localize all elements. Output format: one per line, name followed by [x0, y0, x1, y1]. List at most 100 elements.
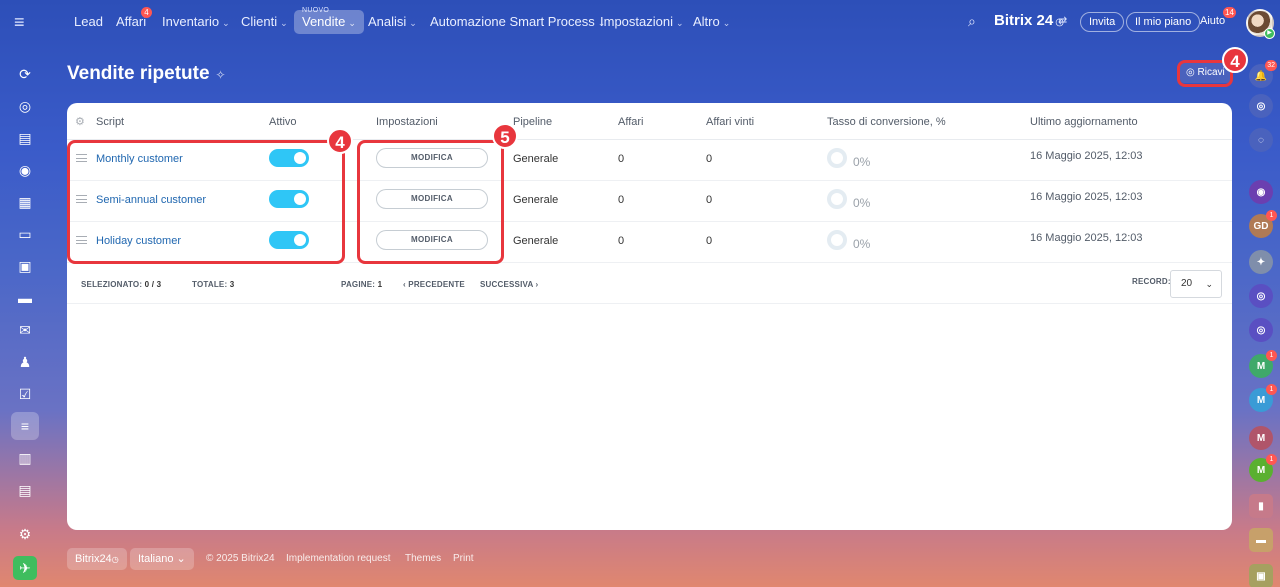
- column-header[interactable]: Pipeline: [513, 116, 552, 128]
- tasks-list-icon[interactable]: ▤: [13, 126, 37, 150]
- nav-label: Altro: [693, 14, 720, 29]
- table-header: ⚙ Script Attivo Impostazioni Pipeline Af…: [67, 103, 1232, 140]
- support-icon[interactable]: ◉: [1249, 180, 1273, 204]
- settings-icon[interactable]: ⚙: [13, 522, 37, 546]
- feed-icon[interactable]: ⟳: [13, 62, 37, 86]
- gear-icon[interactable]: ⚙: [75, 115, 85, 128]
- nav-clienti[interactable]: Clienti ⌄: [241, 10, 288, 34]
- pipeline-cell: Generale: [513, 153, 559, 165]
- nav-analisi[interactable]: Analisi ⌄: [368, 10, 417, 34]
- brand-badge[interactable]: Bitrix24◷: [67, 548, 127, 570]
- nav-label: Vendite: [302, 14, 346, 29]
- avatar-m[interactable]: M: [1249, 426, 1273, 450]
- column-header[interactable]: Attivo: [269, 116, 297, 128]
- brand-text: Bitrix 24: [994, 12, 1054, 29]
- total-count: TOTALE: 3: [192, 280, 234, 289]
- avatar-m[interactable]: M1: [1249, 350, 1277, 378]
- updated-cell: 16 Maggio 2025, 12:03: [1030, 191, 1143, 203]
- won-cell: 0: [706, 153, 713, 165]
- chevron-down-icon: ⌄: [722, 18, 731, 28]
- invite-button[interactable]: Invita: [1080, 12, 1125, 32]
- help-label: Aiuto: [1200, 15, 1226, 27]
- pages-count: PAGINE: 1: [341, 280, 382, 289]
- column-header[interactable]: Affari vinti: [706, 116, 754, 128]
- avatar-photo[interactable]: ✦: [1249, 250, 1273, 274]
- avatar-m[interactable]: M1: [1249, 454, 1277, 482]
- column-header[interactable]: Impostazioni: [376, 116, 438, 128]
- nav-label: Clienti: [241, 14, 278, 29]
- launch-icon[interactable]: ✈: [13, 556, 37, 580]
- rail-glyph: M: [1256, 464, 1266, 476]
- column-header[interactable]: Affari: [618, 116, 643, 128]
- bookmark-icon[interactable]: ▮: [1249, 494, 1273, 518]
- column-header[interactable]: Tasso di conversione, %: [827, 116, 946, 128]
- mail-icon[interactable]: ✉: [13, 318, 37, 342]
- nav-impostazioni[interactable]: Impostazioni ⌄: [600, 10, 684, 34]
- help-button[interactable]: Aiuto 14: [1196, 7, 1236, 32]
- schedule-icon[interactable]: ▥: [13, 446, 37, 470]
- selected-count: SELEZIONATO: 0 / 3: [81, 280, 161, 289]
- implementation-request-link[interactable]: Implementation request: [286, 553, 391, 564]
- total-label: TOTALE:: [192, 280, 228, 289]
- nav-label: Automazione Smart Process: [430, 14, 595, 29]
- rail-glyph: M: [1256, 394, 1266, 406]
- chat-icon[interactable]: ◌: [1249, 128, 1273, 152]
- record-value: 20: [1181, 278, 1193, 289]
- calendar-icon[interactable]: ▦: [13, 190, 37, 214]
- selected-value: 0 / 3: [144, 280, 162, 289]
- nav-vendite[interactable]: Vendite ⌄: [294, 10, 364, 34]
- right-sidebar: 🔔 32 ◎ ◌ ◉ GD 1 ✦ ◎ ◎ M 1 M 1 M M 1 ▮ ▬ ▣: [1244, 44, 1280, 587]
- checklist-icon[interactable]: ☑: [13, 382, 37, 406]
- total-value: 3: [229, 280, 235, 289]
- chevron-down-icon: ⌄: [1205, 279, 1213, 289]
- chevron-down-icon: ⌄: [222, 18, 230, 28]
- message-icon[interactable]: ▬: [1249, 528, 1273, 552]
- nav-altro[interactable]: Altro ⌄: [693, 10, 730, 34]
- deals-cell: 0: [618, 153, 625, 165]
- target-icon[interactable]: ◉: [13, 158, 37, 182]
- chevron-down-icon: ⌄: [176, 553, 186, 565]
- copilot-icon[interactable]: ◎: [1249, 94, 1273, 118]
- avatar-m[interactable]: M1: [1249, 384, 1277, 412]
- notification-badge: 1: [1266, 210, 1277, 221]
- channel-icon[interactable]: ◎: [1249, 318, 1273, 342]
- conversion-cell: 0%: [853, 155, 871, 169]
- won-cell: 0: [706, 235, 713, 247]
- swap-icon[interactable]: ⇄: [1058, 14, 1067, 27]
- next-page-button[interactable]: SUCCESSIVA ›: [480, 280, 538, 289]
- nav-affari[interactable]: Affari 4: [116, 7, 152, 34]
- notification-badge: 1: [1266, 384, 1277, 395]
- documents-icon[interactable]: ▭: [13, 222, 37, 246]
- column-header[interactable]: Ultimo aggiornamento: [1030, 116, 1138, 128]
- chat-icon[interactable]: ◎: [13, 94, 37, 118]
- board-icon[interactable]: ▣: [13, 254, 37, 278]
- rail-glyph: ◎: [1256, 290, 1266, 302]
- drive-icon[interactable]: ▬: [13, 286, 37, 310]
- copyright-text: © 2025 Bitrix24: [206, 553, 275, 564]
- contacts-icon[interactable]: ♟: [13, 350, 37, 374]
- search-icon[interactable]: ⌕: [968, 13, 976, 30]
- language-selector[interactable]: Italiano ⌄: [130, 548, 194, 570]
- menu-icon[interactable]: ≡: [14, 13, 36, 31]
- notification-badge: 1: [1266, 454, 1277, 465]
- print-link[interactable]: Print: [453, 553, 474, 564]
- updated-cell: 16 Maggio 2025, 12:03: [1030, 150, 1143, 162]
- notifications-icon[interactable]: 🔔 32: [1249, 60, 1277, 88]
- pages-label: PAGINE:: [341, 280, 376, 289]
- themes-link[interactable]: Themes: [405, 553, 441, 564]
- pin-icon[interactable]: ✧: [216, 68, 226, 82]
- column-header[interactable]: Script: [96, 116, 124, 128]
- avatar-gd[interactable]: GD 1: [1249, 210, 1277, 238]
- my-plan-button[interactable]: Il mio piano: [1126, 12, 1201, 32]
- channel-icon[interactable]: ◎: [1249, 284, 1273, 308]
- prev-page-button[interactable]: ‹ PRECEDENTE: [403, 280, 465, 289]
- nav-automazione[interactable]: Automazione Smart Process ⌄: [430, 10, 605, 34]
- records-per-page-select[interactable]: 20 ⌄: [1170, 270, 1222, 298]
- nav-lead[interactable]: Lead: [74, 10, 103, 34]
- store-icon[interactable]: ▤: [13, 478, 37, 502]
- crm-filter-icon[interactable]: ≡: [11, 412, 39, 440]
- rail-glyph: ◎: [1256, 324, 1266, 336]
- nav-inventario[interactable]: Inventario ⌄: [162, 10, 230, 34]
- rail-glyph: ▣: [1256, 570, 1266, 582]
- app-icon[interactable]: ▣: [1249, 564, 1273, 587]
